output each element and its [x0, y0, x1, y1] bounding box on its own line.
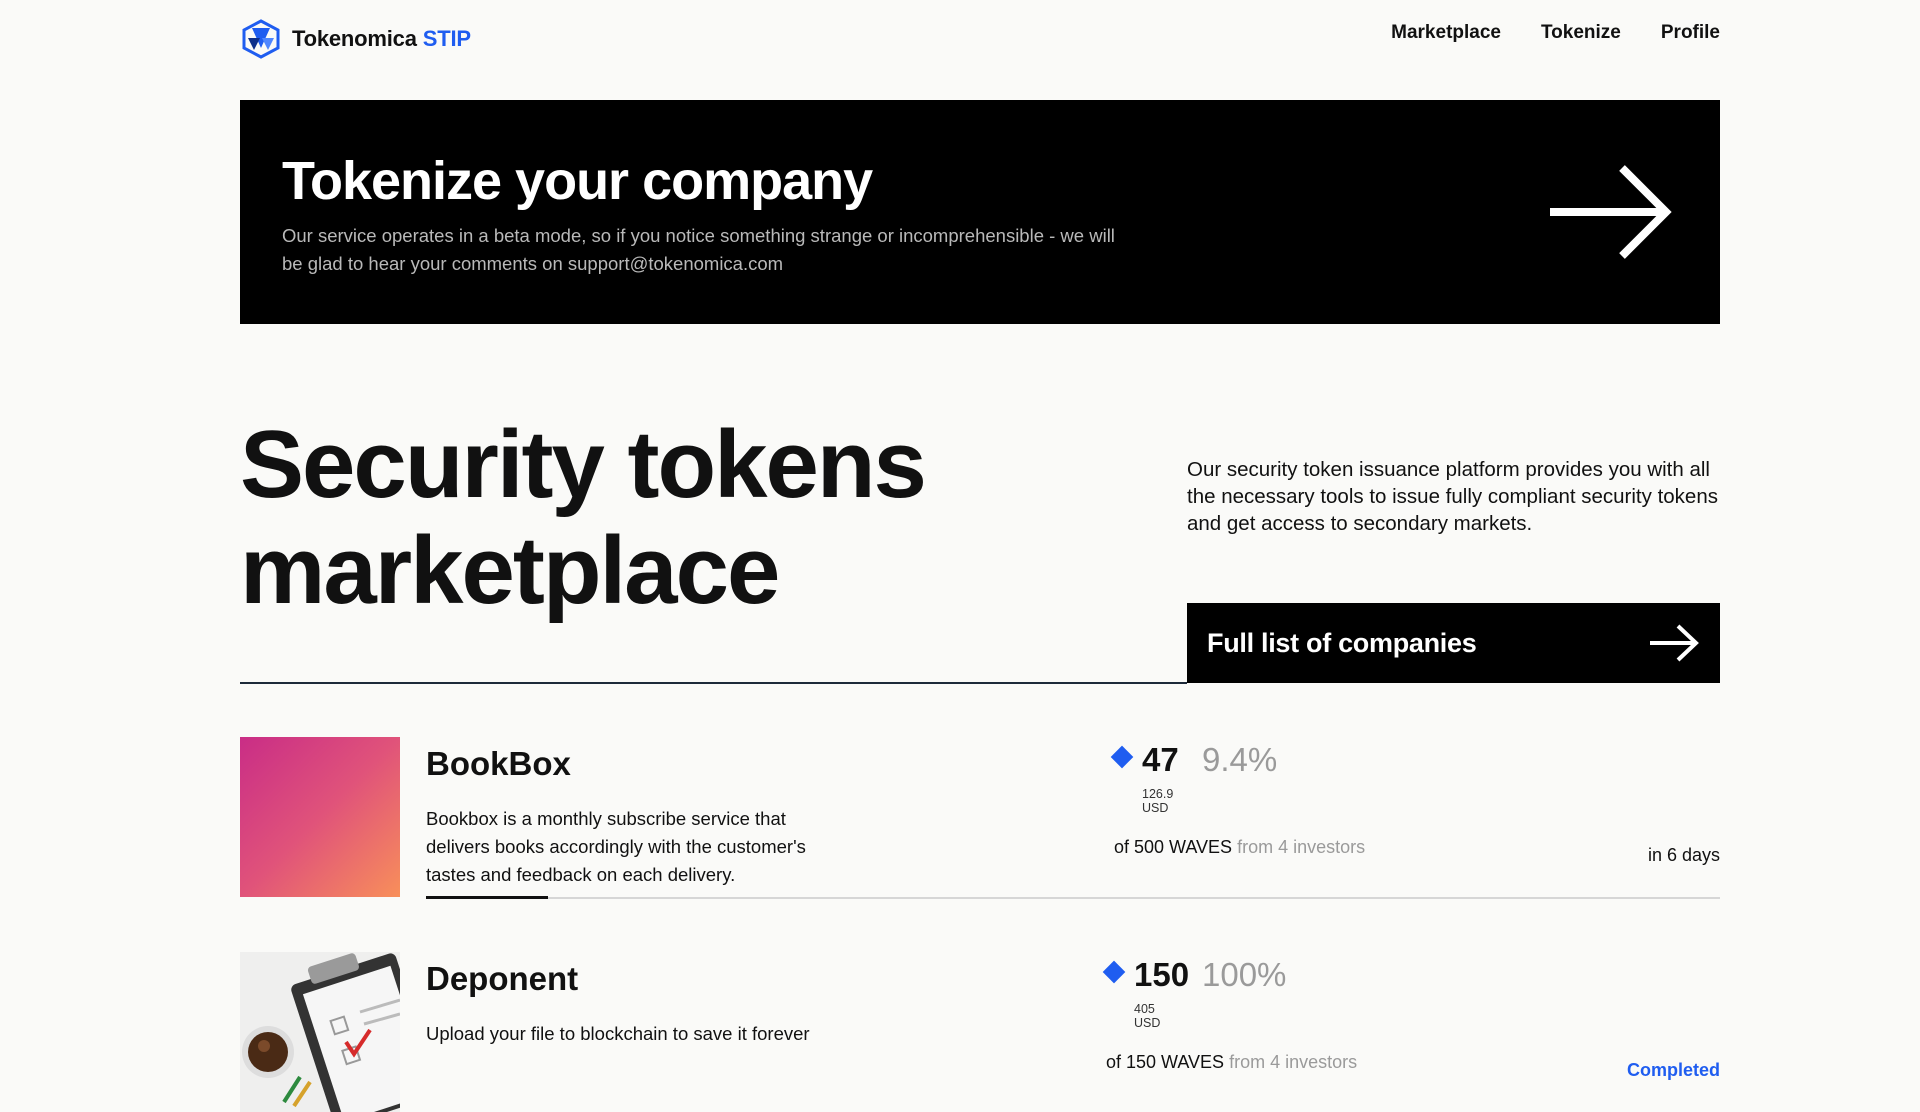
clipboard-illustration-icon	[240, 952, 400, 1112]
status-completed-link[interactable]: Completed	[1627, 1060, 1720, 1081]
company-description: Upload your file to blockchain to save i…	[426, 1023, 810, 1044]
section-divider	[240, 682, 1187, 684]
company-name[interactable]: Deponent	[426, 960, 578, 998]
brand-name-suffix: STIP	[422, 26, 471, 51]
raised-percent: 100%	[1202, 956, 1287, 993]
hero-title: Security tokens marketplace	[240, 411, 927, 624]
raised-usd: 126.9 USD	[1142, 787, 1174, 815]
goal-text: of 150 WAVES from 4 investors	[1106, 1052, 1357, 1073]
hero-title-line2: marketplace	[240, 517, 780, 624]
nav-profile[interactable]: Profile	[1661, 22, 1720, 44]
raised-amount: 150	[1134, 956, 1190, 993]
top-header: Tokenomica STIP Marketplace Tokenize Prof…	[240, 0, 1720, 80]
nav-marketplace[interactable]: Marketplace	[1391, 22, 1501, 44]
tokenomica-logo-icon	[242, 19, 280, 59]
waves-diamond-icon	[1102, 960, 1126, 984]
arrow-right-icon	[1650, 624, 1699, 662]
brand-logo[interactable]: Tokenomica STIP	[240, 18, 471, 60]
goal-label: of 500 WAVES	[1114, 837, 1233, 857]
funding-progress-fill	[426, 896, 548, 899]
time-remaining: in 6 days	[1647, 845, 1720, 865]
full-list-button[interactable]: Full list of companies	[1187, 603, 1720, 683]
brand-name-main: Tokenomica	[292, 26, 417, 51]
full-list-label: Full list of companies	[1207, 627, 1477, 658]
raised-usd: 405 USD	[1134, 1002, 1161, 1030]
hero-title-line1: Security tokens	[240, 411, 927, 518]
banner-text: Our service operates in a beta mode, so …	[282, 225, 1115, 274]
investors-label: from 4 investors	[1229, 1052, 1358, 1072]
goal-label: of 150 WAVES	[1106, 1052, 1225, 1072]
raised-amount: 47	[1142, 741, 1179, 778]
arrow-right-icon[interactable]	[1548, 164, 1672, 260]
main-nav: Marketplace Tokenize Profile	[1391, 22, 1720, 44]
goal-text: of 500 WAVES from 4 investors	[1114, 837, 1365, 858]
hero-description: Our security token issuance platform pro…	[1187, 458, 1718, 535]
nav-tokenize[interactable]: Tokenize	[1541, 22, 1621, 44]
investors-label: from 4 investors	[1237, 837, 1366, 857]
raised-percent: 9.4%	[1202, 741, 1278, 778]
banner-title: Tokenize your company	[282, 151, 873, 211]
company-thumbnail[interactable]	[240, 737, 400, 897]
company-name[interactable]: BookBox	[426, 745, 571, 783]
brand-name: Tokenomica STIP	[292, 26, 471, 52]
waves-diamond-icon	[1110, 745, 1134, 769]
company-description: Bookbox is a monthly subscribe service t…	[426, 808, 806, 885]
tokenize-banner[interactable]: Tokenize your company Our service operat…	[240, 100, 1720, 324]
funding-progress-bar	[426, 896, 1720, 899]
company-thumbnail[interactable]	[240, 952, 400, 1112]
